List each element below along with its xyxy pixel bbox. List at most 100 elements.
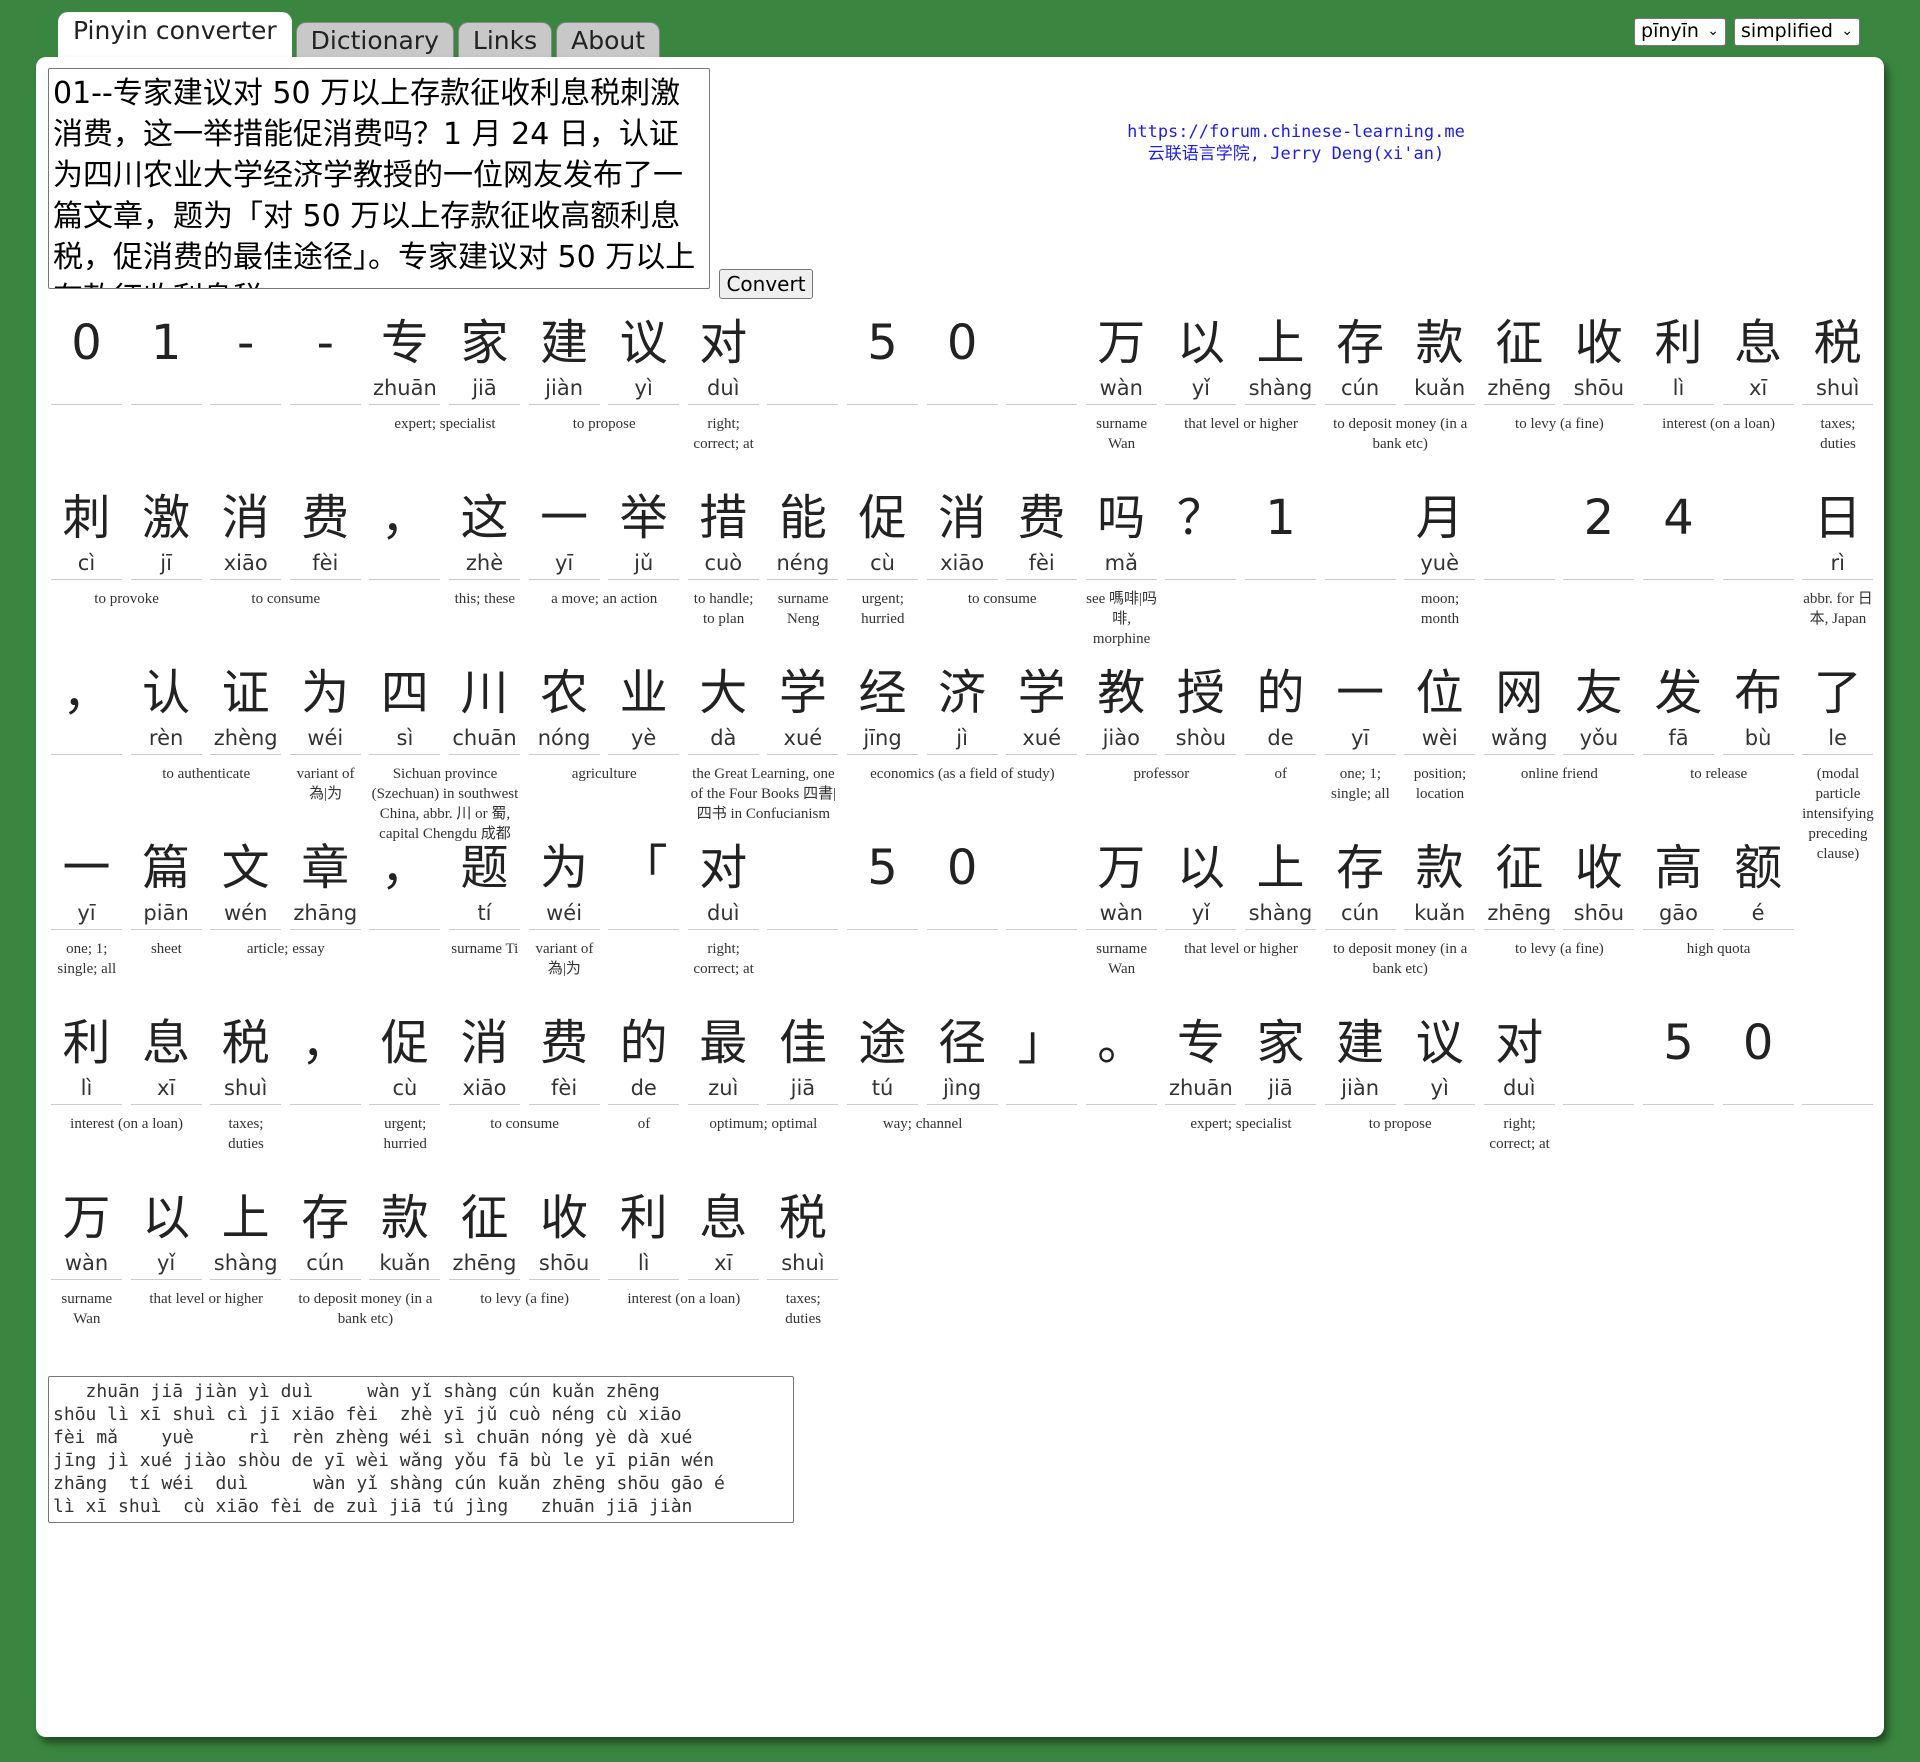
char-cell[interactable]: 5 xyxy=(1642,1012,1715,1105)
char-cell[interactable]: 了 le xyxy=(1801,662,1874,755)
char-cell[interactable]: 万 wàn xyxy=(1085,837,1158,930)
char-cell[interactable]: 建 jiàn xyxy=(528,312,601,405)
char-cell[interactable]: 以 yǐ xyxy=(130,1187,203,1280)
char-cell[interactable]: 认 rèn xyxy=(130,662,203,755)
char-cell[interactable]: - xyxy=(209,312,282,405)
char-cell[interactable]: 日 rì xyxy=(1801,487,1874,580)
romanization-select[interactable]: pīnyīn ⌄ xyxy=(1634,18,1726,46)
char-cell[interactable]: 万 wàn xyxy=(50,1187,123,1280)
char-cell[interactable]: 建 jiàn xyxy=(1324,1012,1397,1105)
char-cell[interactable]: 对 duì xyxy=(687,312,760,405)
char-cell[interactable]: 。 xyxy=(1085,1012,1158,1105)
char-cell[interactable]: 5 xyxy=(846,837,919,930)
char-cell[interactable]: 5 xyxy=(846,312,919,405)
char-cell[interactable]: 消 xiāo xyxy=(209,487,282,580)
char-cell[interactable]: 利 lì xyxy=(607,1187,680,1280)
char-cell[interactable]: 议 yì xyxy=(1403,1012,1476,1105)
char-cell[interactable]: 这 zhè xyxy=(448,487,521,580)
char-cell[interactable] xyxy=(1005,312,1078,405)
char-cell[interactable]: 友 yǒu xyxy=(1562,662,1635,755)
tab-dictionary[interactable]: Dictionary xyxy=(295,22,454,58)
char-cell[interactable]: 」 xyxy=(1005,1012,1078,1105)
char-cell[interactable]: 大 dà xyxy=(687,662,760,755)
char-cell[interactable]: 举 jǔ xyxy=(607,487,680,580)
char-cell[interactable]: 布 bù xyxy=(1722,662,1795,755)
char-cell[interactable]: 能 néng xyxy=(766,487,839,580)
char-cell[interactable]: ， xyxy=(50,662,123,755)
char-cell[interactable]: 征 zhēng xyxy=(448,1187,521,1280)
char-cell[interactable]: 上 shàng xyxy=(209,1187,282,1280)
char-cell[interactable]: 的 de xyxy=(1244,662,1317,755)
char-cell[interactable]: ， xyxy=(368,837,441,930)
char-cell[interactable]: 经 jīng xyxy=(846,662,919,755)
char-cell[interactable]: 篇 piān xyxy=(130,837,203,930)
char-cell[interactable]: 农 nóng xyxy=(528,662,601,755)
char-cell[interactable]: 息 xī xyxy=(687,1187,760,1280)
char-cell[interactable]: 费 fèi xyxy=(528,1012,601,1105)
char-cell[interactable]: 吗 mǎ xyxy=(1085,487,1158,580)
char-cell[interactable]: 「 xyxy=(607,837,680,930)
forum-link[interactable]: https://forum.chinese-learning.me xyxy=(1036,121,1556,143)
char-cell[interactable]: 收 shōu xyxy=(528,1187,601,1280)
char-cell[interactable]: 对 duì xyxy=(687,837,760,930)
char-cell[interactable]: 一 yī xyxy=(528,487,601,580)
tab-about[interactable]: About xyxy=(556,22,661,58)
char-cell[interactable]: 途 tú xyxy=(846,1012,919,1105)
char-cell[interactable]: 最 zuì xyxy=(687,1012,760,1105)
char-cell[interactable]: 文 wén xyxy=(209,837,282,930)
char-cell[interactable]: 济 jì xyxy=(926,662,999,755)
char-cell[interactable]: 征 zhēng xyxy=(1483,837,1556,930)
char-cell[interactable]: 存 cún xyxy=(1324,837,1397,930)
char-cell[interactable]: 万 wàn xyxy=(1085,312,1158,405)
char-cell[interactable]: 径 jìng xyxy=(926,1012,999,1105)
char-cell[interactable]: 家 jiā xyxy=(448,312,521,405)
char-cell[interactable]: 刺 cì xyxy=(50,487,123,580)
char-cell[interactable]: - xyxy=(289,312,362,405)
char-cell[interactable]: 利 lì xyxy=(1642,312,1715,405)
pinyin-output[interactable]: zhuān jiā jiàn yì duì wàn yǐ shàng cún k… xyxy=(48,1376,794,1523)
char-cell[interactable]: 消 xiāo xyxy=(926,487,999,580)
char-cell[interactable]: 以 yǐ xyxy=(1164,312,1237,405)
char-cell[interactable]: 证 zhèng xyxy=(209,662,282,755)
char-cell[interactable]: 1 xyxy=(130,312,203,405)
char-cell[interactable]: 一 yī xyxy=(50,837,123,930)
char-cell[interactable] xyxy=(1722,487,1795,580)
char-cell[interactable]: 家 jiā xyxy=(1244,1012,1317,1105)
char-cell[interactable]: 收 shōu xyxy=(1562,837,1635,930)
char-cell[interactable]: 征 zhēng xyxy=(1483,312,1556,405)
char-cell[interactable]: 专 zhuān xyxy=(368,312,441,405)
char-cell[interactable]: 费 fèi xyxy=(289,487,362,580)
char-cell[interactable]: 学 xué xyxy=(1005,662,1078,755)
char-cell[interactable]: 0 xyxy=(1722,1012,1795,1105)
char-cell[interactable]: 为 wéi xyxy=(528,837,601,930)
char-cell[interactable]: 发 fā xyxy=(1642,662,1715,755)
char-cell[interactable]: 业 yè xyxy=(607,662,680,755)
char-cell[interactable]: 款 kuǎn xyxy=(1403,312,1476,405)
char-cell[interactable]: 措 cuò xyxy=(687,487,760,580)
script-select[interactable]: simplified ⌄ xyxy=(1733,18,1860,46)
tab-links[interactable]: Links xyxy=(457,22,553,58)
char-cell[interactable] xyxy=(766,837,839,930)
char-cell[interactable]: 题 tí xyxy=(448,837,521,930)
char-cell[interactable]: 促 cù xyxy=(846,487,919,580)
char-cell[interactable]: 授 shòu xyxy=(1164,662,1237,755)
char-cell[interactable]: 川 chuān xyxy=(448,662,521,755)
char-cell[interactable]: ， xyxy=(368,487,441,580)
char-cell[interactable]: 学 xué xyxy=(766,662,839,755)
char-cell[interactable]: 0 xyxy=(926,312,999,405)
char-cell[interactable]: 款 kuǎn xyxy=(1403,837,1476,930)
char-cell[interactable] xyxy=(1324,487,1397,580)
char-cell[interactable]: 存 cún xyxy=(1324,312,1397,405)
char-cell[interactable]: 税 shuì xyxy=(209,1012,282,1105)
char-cell[interactable]: 额é xyxy=(1722,837,1795,930)
chinese-text-input[interactable]: 01--专家建议对 50 万以上存款征收利息税刺激消费，这一举措能促消费吗？1 … xyxy=(48,68,710,289)
char-cell[interactable]: 费 fèi xyxy=(1005,487,1078,580)
char-cell[interactable]: 议 yì xyxy=(607,312,680,405)
char-cell[interactable]: 高 gāo xyxy=(1642,837,1715,930)
char-cell[interactable]: 网 wǎng xyxy=(1483,662,1556,755)
char-cell[interactable]: 收 shōu xyxy=(1562,312,1635,405)
char-cell[interactable]: 息 xī xyxy=(130,1012,203,1105)
char-cell[interactable]: 四 sì xyxy=(368,662,441,755)
char-cell[interactable] xyxy=(1483,487,1556,580)
char-cell[interactable]: 为 wéi xyxy=(289,662,362,755)
